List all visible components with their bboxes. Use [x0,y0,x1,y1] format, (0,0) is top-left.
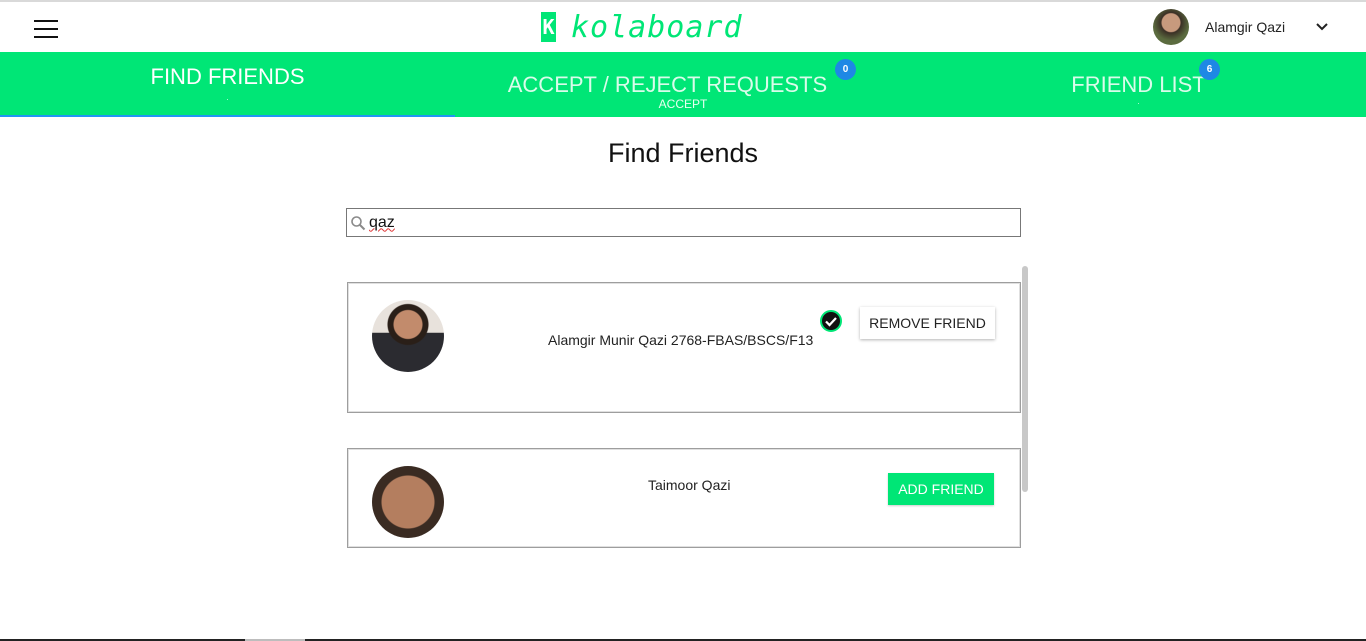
search-box[interactable] [346,208,1021,237]
result-name: Taimoor Qazi [648,477,731,493]
active-tab-indicator [0,115,455,117]
tab-sub: . [226,93,229,102]
add-friend-button[interactable]: ADD FRIEND [888,473,994,505]
friends-count-badge: 6 [1199,59,1220,80]
search-icon [351,215,366,230]
requests-count-badge: 0 [835,59,856,80]
tab-sub: . [1137,97,1140,106]
tab-accept-reject-requests[interactable]: ACCEPT / REJECT REQUESTS ACCEPT 0 [455,52,911,117]
remove-friend-button[interactable]: REMOVE FRIEND [860,307,995,339]
search-input[interactable] [369,210,1009,235]
logo-mark: K [541,12,556,42]
app-header: K kolaboard Alamgir Qazi [0,2,1366,52]
result-name: Alamgir Munir Qazi 2768-FBAS/BSCS/F13 [548,332,814,348]
tab-sub: ACCEPT [658,97,708,111]
avatar [372,466,444,538]
user-name: Alamgir Qazi [1205,19,1286,35]
tab-label: FIND FRIENDS [150,64,305,89]
tab-bar: FIND FRIENDS . ACCEPT / REJECT REQUESTS … [0,52,1366,117]
tab-find-friends[interactable]: FIND FRIENDS . [0,52,455,117]
logo-text: kolaboard [571,9,743,45]
chevron-down-icon[interactable] [1315,20,1329,34]
tab-label: ACCEPT / REJECT REQUESTS [507,72,828,97]
user-menu[interactable]: Alamgir Qazi [1153,9,1329,45]
tab-label: FRIEND LIST [1071,72,1206,97]
page-title: Find Friends [607,138,759,168]
result-card: Alamgir Munir Qazi 2768-FBAS/BSCS/F13 RE… [347,282,1021,413]
avatar [1153,9,1189,45]
menu-icon[interactable] [34,20,58,38]
logo[interactable]: K kolaboard [541,9,743,45]
scrollbar[interactable] [1022,266,1028,492]
check-circle-icon [820,310,842,332]
result-card: Taimoor Qazi ADD FRIEND [347,448,1021,548]
avatar [372,300,444,372]
tab-friend-list[interactable]: FRIEND LIST . 6 [911,52,1366,117]
